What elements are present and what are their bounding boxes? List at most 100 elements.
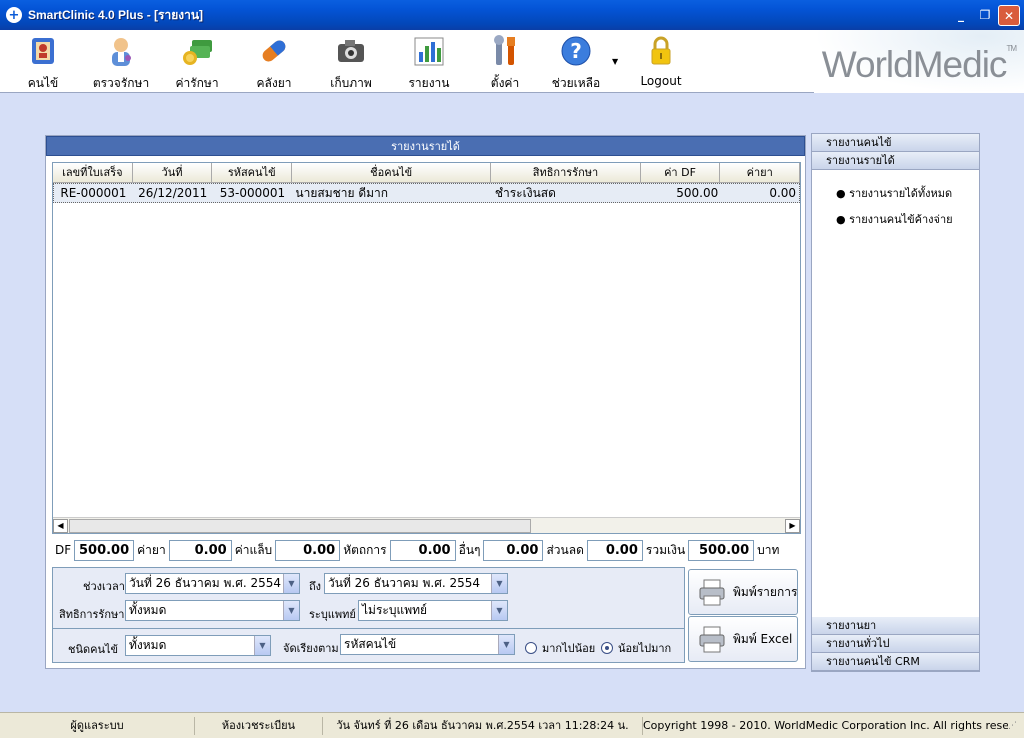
restore-button[interactable]: ❐ — [974, 5, 996, 26]
sort-desc-label: มากไปน้อย — [542, 642, 596, 655]
radio-on-icon — [601, 642, 613, 654]
discount-total-label: ส่วนลด — [546, 542, 584, 557]
main-toolbar: คนไข้ ตรวจรักษา ค่ารักษา คลังยา เก็บภาพ … — [0, 30, 1024, 93]
toolbar-pharmacy-button[interactable]: คลังยา — [239, 32, 309, 90]
rights-select[interactable]: ทั้งหมด ▼ — [125, 600, 300, 621]
toolbar-image-button[interactable]: เก็บภาพ — [316, 32, 386, 90]
money-icon — [180, 34, 214, 68]
table-row[interactable]: RE-000001 26/12/2011 53-000001 นายสมชาย … — [53, 183, 800, 203]
toolbar-examine-button[interactable]: ตรวจรักษา — [86, 32, 156, 90]
nav-income-report[interactable]: รายงานรายได้ — [812, 152, 979, 170]
report-nav-panel: รายงานคนไข้ รายงานรายได้ ● รายงานรายได้ท… — [811, 133, 980, 672]
report-grid[interactable]: เลขที่ใบเสร็จ วันที่ รหัสคนไข้ ชื่อคนไข้… — [52, 162, 801, 534]
col-date[interactable]: วันที่ — [133, 163, 213, 182]
minimize-button[interactable]: _ — [950, 5, 972, 26]
grand-total-field[interactable]: 500.00 — [688, 539, 755, 561]
col-drug[interactable]: ค่ายา — [720, 163, 800, 182]
chevron-down-icon[interactable]: ▼ — [491, 574, 507, 593]
doctor-label: ระบุแพทย์ — [309, 608, 356, 621]
help-dropdown-arrow-icon[interactable]: ▼ — [612, 57, 618, 66]
printer-icon — [697, 624, 727, 654]
filter-divider — [53, 628, 684, 629]
toolbar-report-button[interactable]: รายงาน — [394, 32, 464, 90]
sort-label: จัดเรียงตาม — [283, 642, 339, 655]
horizontal-scrollbar[interactable]: ◀ ▶ — [53, 517, 800, 533]
status-room: ห้องเวชระเบียน — [195, 716, 323, 735]
col-patient-id[interactable]: รหัสคนไข้ — [212, 163, 293, 182]
nav-patient-report[interactable]: รายงานคนไข้ — [812, 134, 979, 152]
toolbar-label: คลังยา — [256, 76, 292, 90]
toolbar-label: ค่ารักษา — [175, 76, 219, 90]
close-button[interactable]: ✕ — [998, 5, 1020, 26]
procedure-total-field[interactable]: 0.00 — [389, 539, 456, 561]
toolbar-settings-button[interactable]: ตั้งค่า — [470, 32, 540, 90]
toolbar-label: ตั้งค่า — [490, 76, 520, 90]
nav-general-report[interactable]: รายงานทั่วไป — [812, 635, 979, 653]
chevron-down-icon[interactable]: ▼ — [283, 601, 299, 620]
cell-patient-id: 53-000001 — [219, 186, 286, 200]
col-patient-name[interactable]: ชื่อคนไข้ — [292, 163, 492, 182]
title-bar: + SmartClinic 4.0 Plus - [รายงาน] _ ❐ ✕ — [0, 0, 1024, 30]
scroll-thumb[interactable] — [69, 519, 531, 533]
discount-total-field[interactable]: 0.00 — [586, 539, 643, 561]
report-chart-icon — [412, 34, 446, 68]
scroll-left-icon[interactable]: ◀ — [53, 519, 68, 533]
lab-total-label: ค่าแล็บ — [234, 542, 273, 557]
unpaid-patients-link[interactable]: ● รายงานคนไข้ค้างจ่าย — [836, 210, 979, 228]
nav-crm-report[interactable]: รายงานคนไข้ CRM — [812, 653, 979, 671]
sort-desc-radio[interactable]: มากไปน้อย — [525, 639, 595, 657]
nav-bottom-group: รายงานยา รายงานทั่วไป รายงานคนไข้ CRM — [812, 617, 979, 671]
other-total-field[interactable]: 0.00 — [483, 539, 544, 561]
status-copyright: Copyright 1998 - 2010. WorldMedic Corpor… — [643, 718, 1008, 732]
income-all-link[interactable]: ● รายงานรายได้ทั้งหมด — [836, 184, 979, 202]
date-to-select[interactable]: วันที่ 26 ธันวาคม พ.ศ. 2554 ▼ — [324, 573, 508, 594]
help-icon: ? — [559, 34, 593, 68]
doctor-select[interactable]: ไม่ระบุแพทย์ ▼ — [358, 600, 508, 621]
income-all-label: รายงานรายได้ทั้งหมด — [849, 187, 953, 200]
currency-label: บาท — [757, 542, 780, 557]
patient-type-value: ทั้งหมด — [129, 638, 167, 652]
toolbar-fee-button[interactable]: ค่ารักษา — [162, 32, 232, 90]
df-total-field[interactable]: 500.00 — [74, 539, 135, 561]
lab-total-field[interactable]: 0.00 — [275, 539, 341, 561]
sort-select[interactable]: รหัสคนไข้ ▼ — [340, 634, 515, 655]
report-panel: รายงานรายได้ เลขที่ใบเสร็จ วันที่ รหัสคน… — [45, 135, 806, 669]
date-to-label: ถึง — [309, 580, 322, 593]
grid-header: เลขที่ใบเสร็จ วันที่ รหัสคนไข้ ชื่อคนไข้… — [53, 163, 800, 183]
resize-grip-icon[interactable]: ⋰ — [1008, 721, 1017, 731]
nav-drug-report[interactable]: รายงานยา — [812, 617, 979, 635]
patient-type-select[interactable]: ทั้งหมด ▼ — [125, 635, 271, 656]
sort-asc-radio[interactable]: น้อยไปมาก — [601, 639, 671, 657]
toolbar-patient-button[interactable]: คนไข้ — [8, 32, 78, 90]
status-bar: ผู้ดูแลระบบ ห้องเวชระเบียน วัน จันทร์ ที… — [0, 712, 1024, 738]
toolbar-label: ตรวจรักษา — [92, 76, 150, 90]
toolbar-label: รายงาน — [408, 76, 450, 90]
print-list-label: พิมพ์รายการ — [733, 584, 798, 599]
other-total-label: อื่นๆ — [458, 542, 481, 557]
toolbar-help-button[interactable]: ? ช่วยเหลือ — [541, 32, 611, 90]
drug-total-field[interactable]: 0.00 — [168, 539, 232, 561]
cell-patient-name: นายสมชาย ดีมาก — [295, 186, 389, 200]
doctor-icon — [104, 34, 138, 68]
chevron-down-icon[interactable]: ▼ — [283, 574, 299, 593]
status-datetime: วัน จันทร์ ที่ 26 เดือน ธันวาคม พ.ศ.2554… — [323, 716, 643, 735]
toolbar-logout-button[interactable]: Logout — [626, 32, 696, 90]
cell-rights: ชำระเงินสด — [494, 186, 556, 200]
cell-drug: 0.00 — [769, 186, 797, 200]
chevron-down-icon[interactable]: ▼ — [491, 601, 507, 620]
col-rights[interactable]: สิทธิการรักษา — [491, 163, 641, 182]
print-excel-button[interactable]: พิมพ์ Excel — [688, 616, 798, 662]
toolbar-label: ช่วยเหลือ — [551, 76, 601, 90]
chevron-down-icon[interactable]: ▼ — [254, 636, 270, 655]
date-from-select[interactable]: วันที่ 26 ธันวาคม พ.ศ. 2554 ▼ — [125, 573, 300, 594]
scroll-right-icon[interactable]: ▶ — [785, 519, 800, 533]
rights-label: สิทธิการรักษา — [59, 608, 125, 621]
app-plus-icon[interactable]: + — [6, 7, 22, 23]
brand-logo: WorldMedicTM — [822, 44, 1017, 86]
toolbar-label: Logout — [640, 74, 682, 88]
col-df[interactable]: ค่า DF — [641, 163, 721, 182]
col-receipt-no[interactable]: เลขที่ใบเสร็จ — [53, 163, 133, 182]
filter-panel: ช่วงเวลา วันที่ 26 ธันวาคม พ.ศ. 2554 ▼ ถ… — [52, 567, 685, 663]
print-list-button[interactable]: พิมพ์รายการ — [688, 569, 798, 615]
chevron-down-icon[interactable]: ▼ — [498, 635, 514, 654]
